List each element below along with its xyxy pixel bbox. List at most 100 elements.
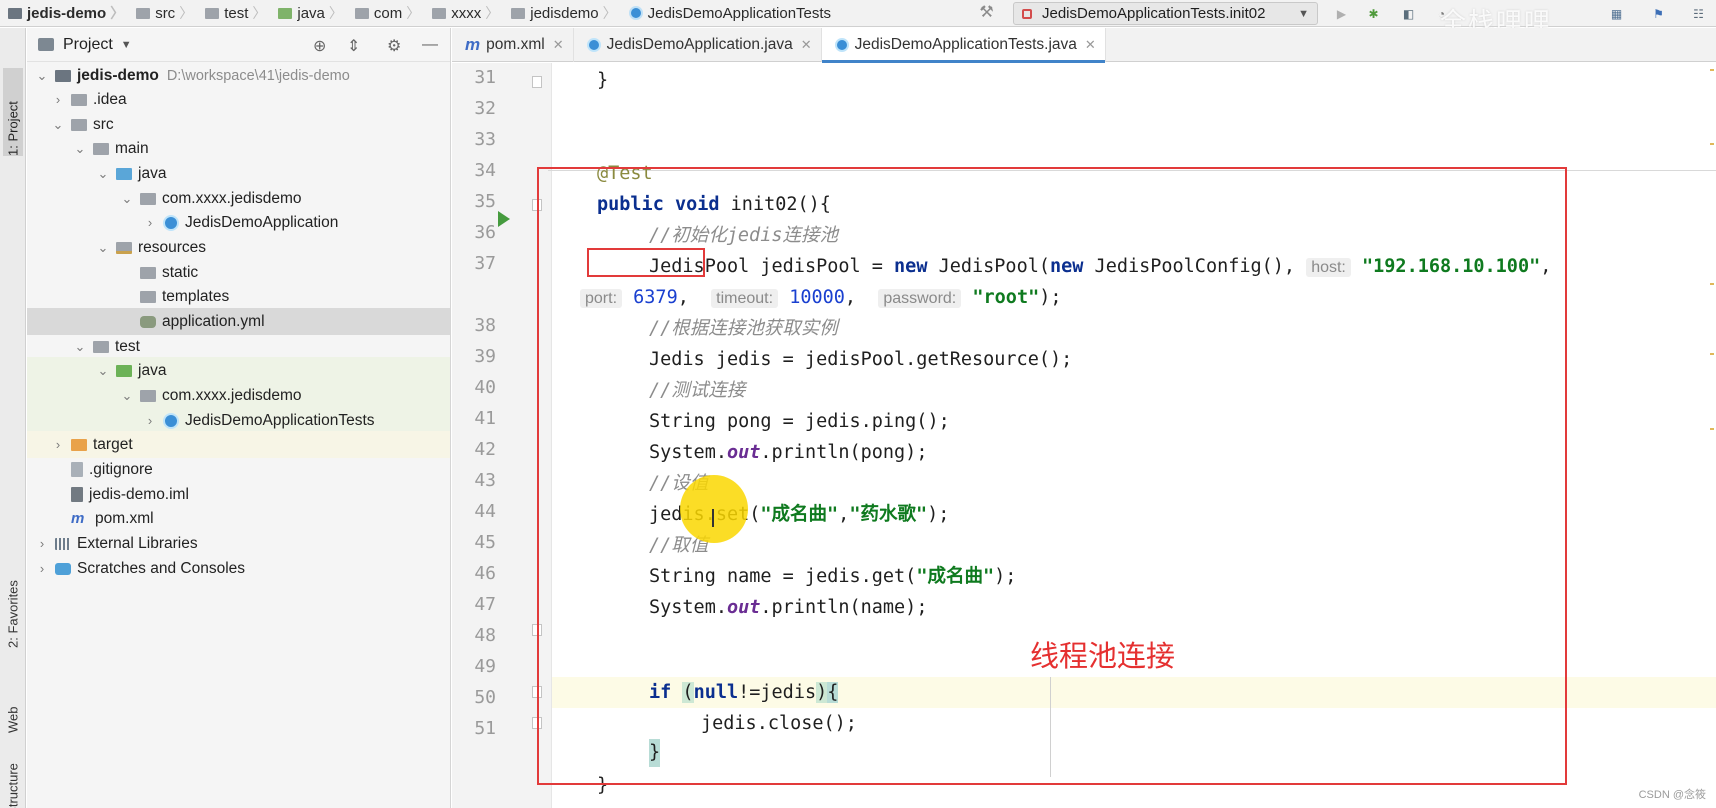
chevron-down-icon[interactable]: ⌄ [96, 363, 110, 379]
profiler-icon[interactable]: ◔ [1433, 5, 1450, 22]
chevron-down-icon[interactable]: ⌄ [51, 117, 65, 133]
line-number: 50 [474, 687, 496, 708]
tree-node-iml[interactable]: ›jedis-demo.iml [27, 481, 450, 508]
chevron-right-icon[interactable]: › [35, 536, 49, 551]
tree-node-templates[interactable]: ›templates [27, 283, 450, 310]
tree-node-resources[interactable]: ⌄ resources [27, 234, 450, 261]
fold-marker-icon[interactable] [532, 686, 542, 698]
tab-structure[interactable]: Z: Structure [3, 746, 23, 808]
line-number: 35 [474, 191, 496, 212]
tab-jedis-demo-application[interactable]: JedisDemoApplication.java ✕ [574, 28, 822, 62]
chevron-right-icon[interactable]: › [35, 561, 49, 576]
tree-node-package[interactable]: ⌄ com.xxxx.jedisdemo [27, 185, 450, 212]
chevron-down-icon[interactable]: ⌄ [35, 68, 49, 84]
code-line: } [597, 70, 609, 91]
package-icon [140, 389, 156, 402]
code-line: if (null!=jedis){ [649, 682, 839, 703]
fold-marker-icon[interactable] [532, 717, 542, 729]
folder-icon [140, 266, 156, 279]
line-number: 51 [474, 718, 496, 739]
tree-node-jedis-demo[interactable]: ⌄ jedis-demo D:\workspace\41\jedis-demo [27, 62, 450, 89]
close-icon[interactable]: ✕ [801, 37, 812, 53]
tree-node-idea[interactable]: › .idea [27, 86, 450, 113]
debug-icon[interactable]: ✱ [1365, 5, 1382, 22]
project-structure-icon[interactable]: ▦ [1608, 5, 1625, 22]
close-icon[interactable]: ✕ [1085, 37, 1096, 53]
chevron-right-icon[interactable]: › [143, 413, 157, 428]
tree-node-test-package[interactable]: ⌄ com.xxxx.jedisdemo [27, 382, 450, 409]
tree-node-external-libraries[interactable]: › External Libraries [27, 530, 450, 557]
chevron-down-icon[interactable]: ⌄ [96, 166, 110, 182]
code-editor[interactable]: 31 32 33 34 35 36 37 38 39 40 41 42 43 4… [452, 63, 1716, 808]
chevron-down-icon[interactable]: ▼ [121, 39, 132, 51]
code-line: jedis.close(); [701, 713, 857, 734]
code-line: String pong = jedis.ping(); [649, 411, 950, 432]
chevron-down-icon[interactable]: ⌄ [73, 339, 87, 355]
annotation-text: 线程池连接 [1030, 641, 1176, 673]
chevron-right-icon[interactable]: › [51, 437, 65, 452]
tab-favorites[interactable]: 2: Favorites [3, 548, 23, 648]
breadcrumb-item[interactable]: test 〉 [197, 0, 270, 27]
run-configuration-selector[interactable]: JedisDemoApplicationTests.init02 ▼ [1013, 2, 1318, 25]
chevron-down-icon[interactable]: ⌄ [120, 388, 134, 404]
chevron-down-icon[interactable]: ⌄ [120, 191, 134, 207]
build-hammer-icon[interactable]: ⚒ [978, 3, 995, 21]
chevron-right-icon[interactable]: › [51, 92, 65, 107]
line-number: 39 [474, 346, 496, 367]
maven-icon: m [71, 509, 85, 527]
minimize-icon[interactable]: — [422, 36, 438, 54]
fold-marker-icon[interactable] [532, 76, 542, 88]
breadcrumb-item[interactable]: xxxx 〉 [424, 0, 503, 27]
code-line: Jedis jedis = jedisPool.getResource(); [649, 349, 1073, 370]
iml-file-icon [71, 487, 83, 502]
tab-pom-xml[interactable]: m pom.xml ✕ [452, 28, 574, 62]
chevron-down-icon[interactable]: ⌄ [73, 141, 87, 157]
tree-node-scratches[interactable]: › Scratches and Consoles [27, 555, 450, 582]
parameter-hint: timeout: [711, 289, 779, 308]
run-test-icon[interactable] [498, 211, 510, 227]
collapse-all-icon[interactable]: ⇕ [347, 36, 360, 56]
tree-node-static[interactable]: ›static [27, 259, 450, 286]
code-line: @Test [597, 163, 653, 184]
line-number: 44 [474, 501, 496, 522]
breadcrumb-item[interactable]: java 〉 [270, 0, 347, 27]
locate-file-icon[interactable]: ⊕ [313, 36, 326, 56]
tab-web[interactable]: Web [3, 673, 23, 734]
fold-marker-icon[interactable] [532, 624, 542, 636]
breadcrumb-item[interactable]: src 〉 [128, 0, 197, 27]
coverage-icon[interactable]: ◧ [1400, 5, 1417, 22]
class-icon [834, 38, 849, 52]
tab-project[interactable]: 1: Project [3, 68, 23, 156]
package-icon [140, 192, 156, 205]
tree-node-test[interactable]: ⌄ test [27, 333, 450, 360]
gear-icon[interactable]: ⚙ [387, 36, 401, 56]
close-icon[interactable]: ✕ [553, 37, 564, 53]
line-number: 46 [474, 563, 496, 584]
indent-guide [1050, 677, 1051, 777]
layout-icon[interactable]: ☷ [1690, 5, 1707, 22]
tab-jedis-demo-application-tests[interactable]: JedisDemoApplicationTests.java ✕ [821, 28, 1106, 63]
breadcrumb-item[interactable]: jedisdemo 〉 [503, 0, 620, 27]
breadcrumb-item[interactable]: com 〉 [347, 0, 424, 27]
tree-node-gitignore[interactable]: ›.gitignore [27, 456, 450, 483]
tree-node-test-java[interactable]: ⌄ java [27, 357, 450, 384]
tree-node-target[interactable]: › target [27, 431, 450, 458]
breadcrumb-item[interactable]: jedis-demo 〉 [0, 0, 128, 27]
resources-folder-icon [116, 241, 132, 254]
tree-node-java[interactable]: ⌄ java [27, 160, 450, 187]
library-icon [55, 537, 71, 550]
tree-node-pom[interactable]: ›mpom.xml [27, 505, 450, 532]
tree-node-main[interactable]: ⌄ main [27, 135, 450, 162]
tree-node-application-yml[interactable]: ›application.yml [27, 308, 450, 335]
search-everywhere-icon[interactable]: ⚑ [1650, 5, 1667, 22]
project-view-selector[interactable]: Project [63, 36, 113, 54]
chevron-right-icon[interactable]: › [143, 215, 157, 230]
chevron-down-icon[interactable]: ⌄ [96, 240, 110, 256]
tree-node-src[interactable]: ⌄ src [27, 111, 450, 138]
tree-node-class[interactable]: › JedisDemoApplication [27, 209, 450, 236]
line-number: 47 [474, 594, 496, 615]
tree-node-test-class[interactable]: › JedisDemoApplicationTests [27, 407, 450, 434]
run-icon[interactable]: ▶ [1333, 5, 1350, 22]
breadcrumb-item[interactable]: JedisDemoApplicationTests [621, 0, 835, 27]
fold-marker-icon[interactable] [532, 199, 542, 211]
